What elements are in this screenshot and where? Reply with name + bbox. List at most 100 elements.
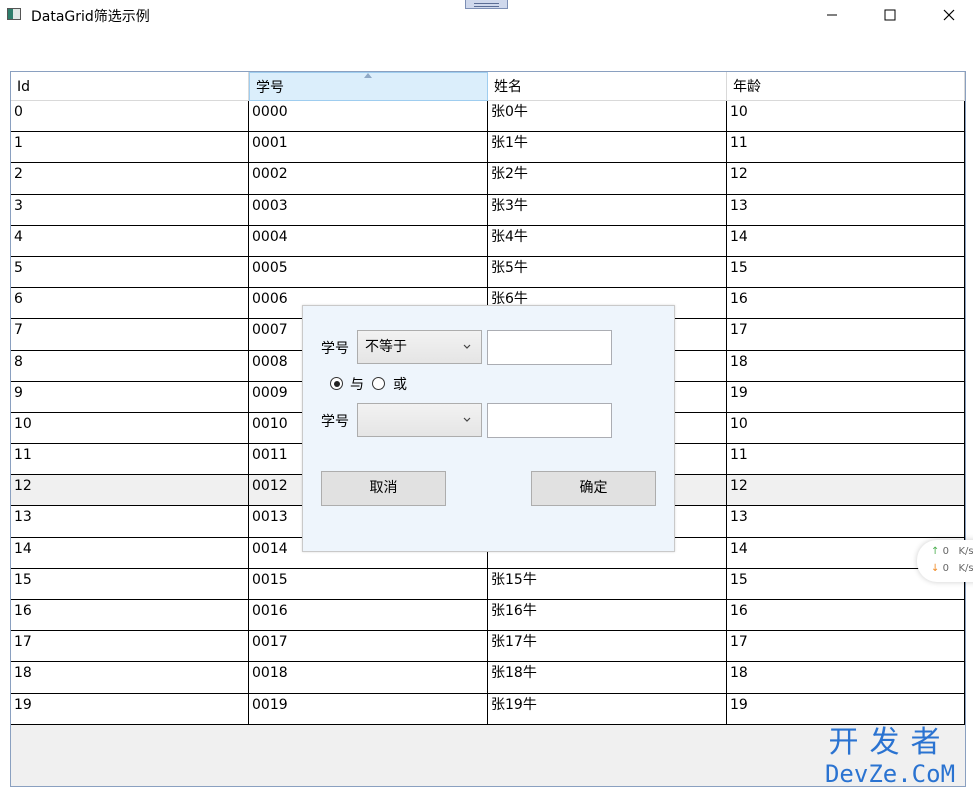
cell-age[interactable]: 19	[727, 381, 965, 412]
table-row[interactable]: 0 0000 张0牛 10	[11, 101, 965, 133]
cell-name[interactable]: 张4牛	[488, 225, 727, 256]
table-row[interactable]: 19 0019 张19牛 19	[11, 693, 965, 725]
cell-student-no[interactable]: 0001	[249, 132, 488, 163]
cell-student-no[interactable]: 0015	[249, 568, 488, 599]
cell-id[interactable]: 11	[11, 444, 249, 475]
network-speed-widget[interactable]: ↑ 0 K/s ↓ 0 K/s	[917, 540, 973, 582]
cell-age[interactable]: 19	[727, 693, 965, 724]
cancel-button[interactable]: 取消	[321, 471, 446, 506]
grid-header: Id 学号 姓名 年龄	[11, 72, 965, 101]
cell-age[interactable]: 15	[727, 256, 965, 288]
cell-student-no[interactable]: 0019	[249, 693, 488, 724]
table-row[interactable]: 15 0015 张15牛 15	[11, 568, 965, 600]
watermark-en: DevZe.CoM	[824, 760, 956, 788]
filter-operator2-combo[interactable]	[357, 403, 482, 437]
cell-student-no[interactable]: 0018	[249, 662, 488, 693]
cell-age[interactable]: 17	[727, 631, 965, 662]
filter-operator1-value: 不等于	[365, 339, 407, 355]
close-button[interactable]	[920, 0, 973, 30]
cell-age[interactable]: 16	[727, 600, 965, 631]
table-row[interactable]: 5 0005 张5牛 15	[11, 256, 965, 289]
drag-handle[interactable]	[465, 0, 508, 9]
title-bar[interactable]: DataGrid筛选示例	[0, 0, 973, 30]
upload-arrow-icon: ↑	[931, 546, 940, 557]
minimize-button[interactable]	[803, 0, 861, 30]
filter-field2-label: 学号	[321, 414, 349, 430]
cell-id[interactable]: 8	[11, 350, 249, 381]
table-row[interactable]: 17 0017 张17牛 17	[11, 631, 965, 663]
column-header-student-no[interactable]: 学号	[249, 72, 488, 101]
cell-name[interactable]: 张1牛	[488, 132, 727, 163]
table-row[interactable]: 2 0002 张2牛 12	[11, 163, 965, 195]
filter-value2-input[interactable]	[487, 403, 612, 438]
cell-id[interactable]: 10	[11, 412, 249, 444]
cell-name[interactable]: 张17牛	[488, 631, 727, 662]
cell-age[interactable]: 14	[727, 225, 965, 256]
ok-button[interactable]: 确定	[531, 471, 656, 506]
column-header-name[interactable]: 姓名	[488, 72, 727, 101]
cell-name[interactable]: 张15牛	[488, 568, 727, 599]
cell-id[interactable]: 16	[11, 600, 249, 631]
cell-id[interactable]: 19	[11, 693, 249, 724]
cell-age[interactable]: 18	[727, 662, 965, 693]
filter-operator1-combo[interactable]: 不等于	[357, 330, 482, 364]
cell-age[interactable]: 11	[727, 444, 965, 475]
cell-age[interactable]: 12	[727, 163, 965, 194]
cell-age[interactable]: 10	[727, 412, 965, 444]
cell-age[interactable]: 16	[727, 288, 965, 319]
cell-name[interactable]: 张18牛	[488, 662, 727, 693]
cell-id[interactable]: 2	[11, 163, 249, 194]
logic-and-radio[interactable]	[330, 377, 343, 390]
cell-id[interactable]: 0	[11, 101, 249, 132]
sort-ascending-icon	[364, 73, 372, 78]
cell-id[interactable]: 4	[11, 225, 249, 256]
cell-id[interactable]: 9	[11, 381, 249, 412]
window-title: DataGrid筛选示例	[31, 9, 150, 25]
cell-id[interactable]: 5	[11, 256, 249, 288]
table-row[interactable]: 4 0004 张4牛 14	[11, 225, 965, 257]
filter-value1-input[interactable]	[487, 330, 612, 365]
cell-student-no[interactable]: 0002	[249, 163, 488, 194]
cell-name[interactable]: 张5牛	[488, 256, 727, 288]
cell-age[interactable]: 17	[727, 319, 965, 350]
cell-id[interactable]: 12	[11, 475, 249, 506]
cell-id[interactable]: 1	[11, 132, 249, 163]
watermark: 开发者 DevZe.CoM	[815, 726, 965, 789]
cell-age[interactable]: 13	[727, 194, 965, 225]
column-header-age[interactable]: 年龄	[727, 72, 965, 101]
cell-age[interactable]: 18	[727, 350, 965, 381]
cell-student-no[interactable]: 0016	[249, 600, 488, 631]
cell-age[interactable]: 10	[727, 101, 965, 132]
column-header-id[interactable]: Id	[11, 72, 249, 101]
cell-id[interactable]: 18	[11, 662, 249, 693]
logic-or-radio[interactable]	[372, 377, 385, 390]
cell-age[interactable]: 11	[727, 132, 965, 163]
table-row[interactable]: 18 0018 张18牛 18	[11, 662, 965, 694]
cell-id[interactable]: 15	[11, 568, 249, 599]
filter-popup: 学号 不等于 与 或 学号 取消 确定	[302, 305, 675, 552]
cell-student-no[interactable]: 0017	[249, 631, 488, 662]
app-window: DataGrid筛选示例 Id 学号 姓名 年龄 0 0000 张0牛 10 1 0001…	[0, 0, 973, 793]
cell-id[interactable]: 17	[11, 631, 249, 662]
maximize-button[interactable]	[861, 0, 919, 30]
cell-age[interactable]: 12	[727, 475, 965, 506]
table-row[interactable]: 3 0003 张3牛 13	[11, 194, 965, 226]
cell-age[interactable]: 13	[727, 506, 965, 537]
cell-id[interactable]: 3	[11, 194, 249, 225]
table-row[interactable]: 1 0001 张1牛 11	[11, 132, 965, 164]
cell-student-no[interactable]: 0000	[249, 101, 488, 132]
cell-student-no[interactable]: 0005	[249, 256, 488, 288]
table-row[interactable]: 16 0016 张16牛 16	[11, 600, 965, 632]
cell-student-no[interactable]: 0004	[249, 225, 488, 256]
cell-id[interactable]: 7	[11, 319, 249, 350]
cell-id[interactable]: 13	[11, 506, 249, 537]
cell-id[interactable]: 14	[11, 537, 249, 568]
cell-id[interactable]: 6	[11, 288, 249, 319]
logic-and-label: 与	[350, 377, 364, 393]
cell-name[interactable]: 张19牛	[488, 693, 727, 724]
cell-name[interactable]: 张2牛	[488, 163, 727, 194]
cell-name[interactable]: 张0牛	[488, 101, 727, 132]
cell-name[interactable]: 张3牛	[488, 194, 727, 225]
cell-student-no[interactable]: 0003	[249, 194, 488, 225]
cell-name[interactable]: 张16牛	[488, 600, 727, 631]
